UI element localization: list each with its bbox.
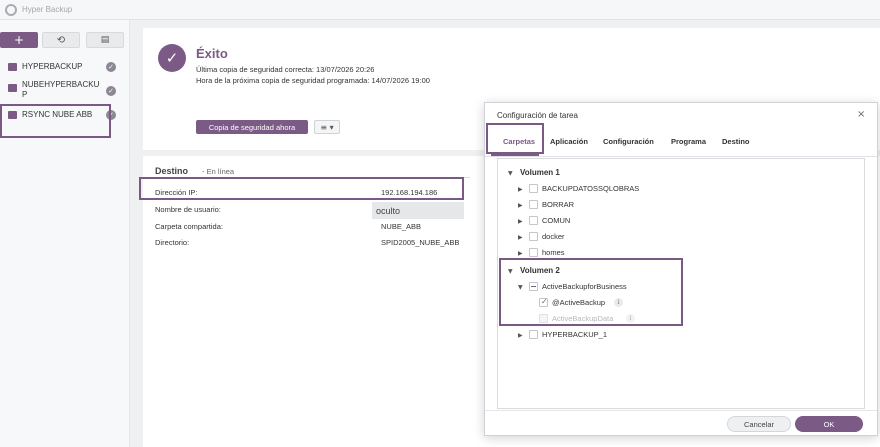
folder-label: docker [542,232,565,241]
destination-title: Destino [155,166,189,176]
chevron-right-icon[interactable]: ▶ [518,202,523,209]
app-title: Hyper Backup [22,5,73,14]
dialog-title: Configuración de tarea [497,111,578,120]
status-title: Éxito [196,46,228,61]
tab-schedule[interactable]: Programa [671,137,706,146]
tab-settings[interactable]: Configuración [603,137,654,146]
folder-checkbox[interactable] [529,232,538,241]
cancel-button[interactable]: Cancelar [727,416,791,432]
chevron-right-icon[interactable]: ▶ [518,234,523,241]
tabs-divider [485,156,877,157]
title-bar: Hyper Backup [0,0,880,20]
add-task-button[interactable]: + [0,32,38,48]
folder-label: COMUN [542,216,571,225]
shared-folder-label: Carpeta compartida: [155,222,223,231]
more-actions-button[interactable]: ≡ ▾ [314,120,340,134]
folder-checkbox[interactable] [529,184,538,193]
tab-application[interactable]: Aplicación [550,137,588,146]
username-label: Nombre de usuario: [155,205,221,214]
ok-button[interactable]: OK [795,416,863,432]
folder-checkbox[interactable] [529,330,538,339]
highlight-folders-tab [486,123,544,154]
volume-1-label: Volumen 1 [520,168,560,177]
folder-checkbox[interactable] [529,248,538,257]
success-check-icon: ✓ [106,62,116,72]
task-label-line2: P [22,90,28,99]
task-icon [8,84,17,92]
highlight-rsync-task [0,104,111,138]
task-item-nubehyperbackup[interactable]: NUBEHYPERBACKU P ✓ [0,80,130,102]
task-label: HYPERBACKUP [22,62,83,71]
log-document-icon: ▤ [100,35,110,45]
directory-value: SPID2005_NUBE_ABB [381,238,460,247]
task-list-pane: + ⟲ ▤ HYPERBACKUP ✓ NUBEHYPERBACKU P ✓ R… [0,20,130,447]
chevron-right-icon[interactable]: ▶ [518,186,523,193]
success-status-icon: ✓ [158,44,186,72]
highlight-ip-address [139,177,464,200]
folder-label: homes [542,248,565,257]
shared-folder-value: NUBE_ABB [381,222,422,231]
next-backup-text: Hora de la próxima copia de seguridad pr… [196,76,430,85]
task-icon [8,63,17,71]
tab-destination[interactable]: Destino [722,137,750,146]
chevron-right-icon[interactable]: ▶ [518,332,523,339]
last-backup-text: Última copia de seguridad correcta: 13/0… [196,65,375,74]
dialog-footer-divider [485,410,877,411]
highlight-volume-2 [499,258,683,326]
folder-checkbox[interactable] [529,200,538,209]
success-check-icon: ✓ [106,86,116,96]
hyper-backup-logo-icon [5,4,17,16]
close-icon[interactable]: × [857,109,865,120]
chevron-down-icon[interactable]: ▼ [508,170,513,177]
backup-now-button[interactable]: Copia de seguridad ahora [196,120,308,134]
restore-history-icon: ⟲ [56,34,66,46]
chevron-right-icon[interactable]: ▶ [518,250,523,257]
log-button[interactable]: ▤ [86,32,124,48]
chevron-right-icon[interactable]: ▶ [518,218,523,225]
restore-button[interactable]: ⟲ [42,32,80,48]
task-item-hyperbackup[interactable]: HYPERBACKUP ✓ [0,60,130,74]
folder-checkbox[interactable] [529,216,538,225]
task-label-line1: NUBEHYPERBACKU [22,80,100,89]
username-value: oculto [376,206,401,216]
folder-label: BACKUPDATOSSQLOBRAS [542,184,640,193]
directory-label: Directorio: [155,238,190,247]
folder-label: HYPERBACKUP_1 [542,330,608,339]
folder-label: BORRAR [542,200,575,209]
menu-lines-icon: ≡ ▾ [320,122,334,132]
destination-status: - En línea [202,167,235,176]
